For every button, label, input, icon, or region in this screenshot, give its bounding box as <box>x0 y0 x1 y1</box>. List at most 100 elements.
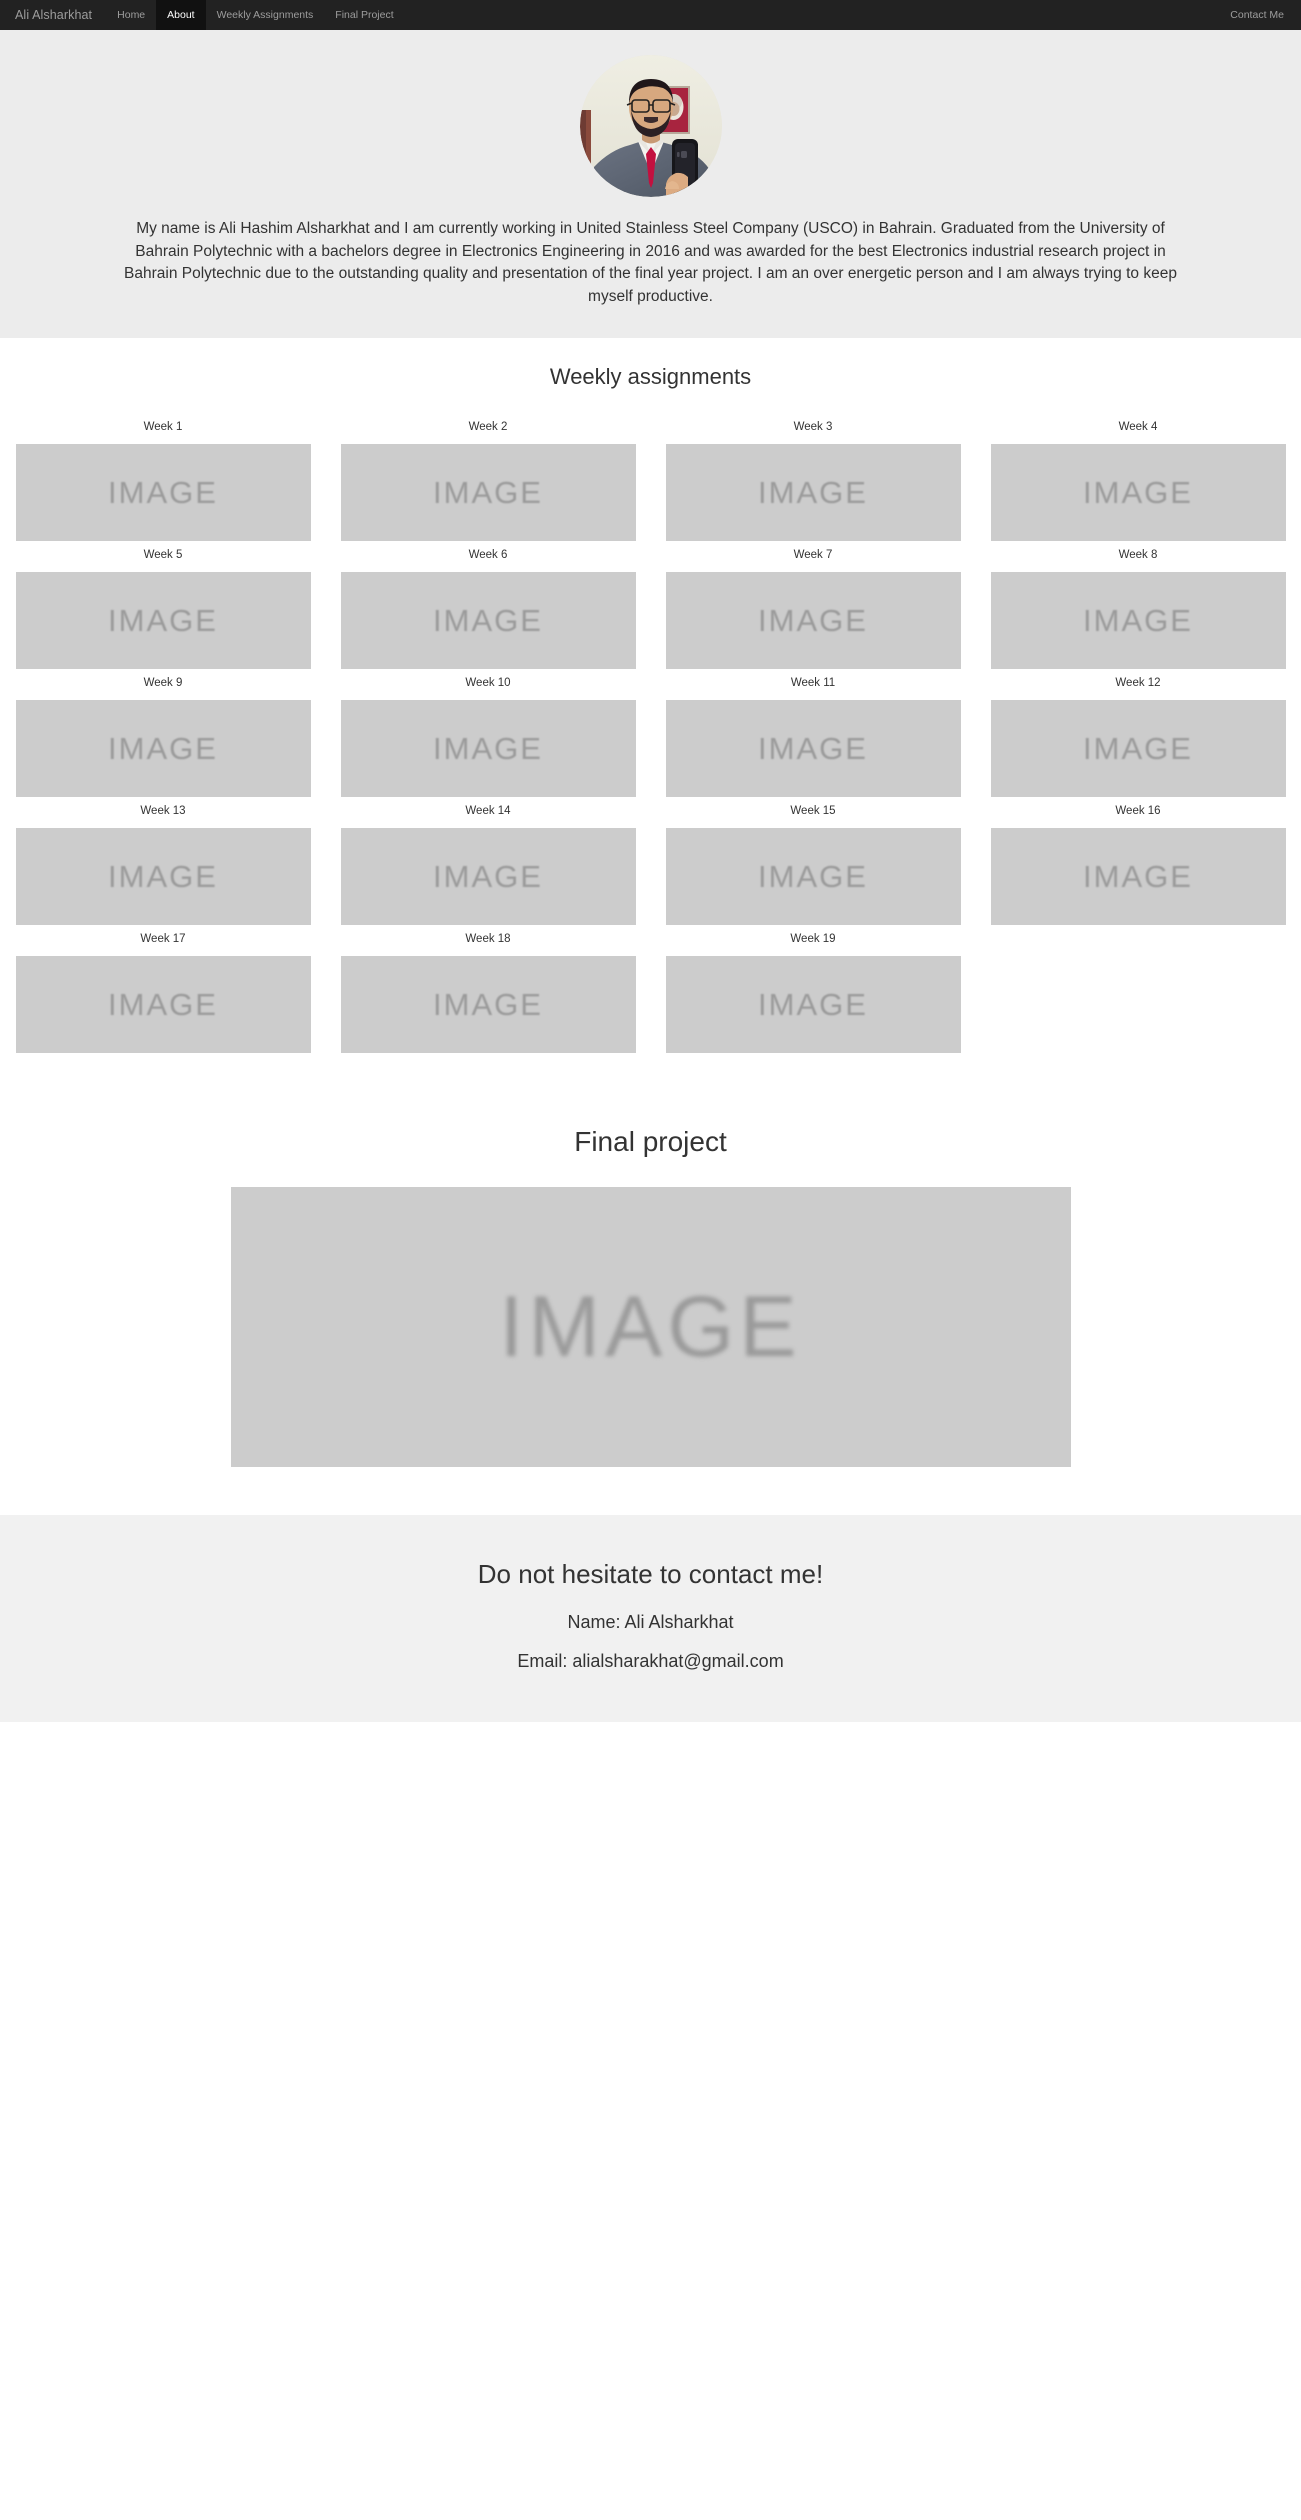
nav-item-final-project: Final Project <box>324 0 404 30</box>
week-image[interactable]: IMAGE <box>990 444 1286 541</box>
week-image[interactable]: IMAGE <box>15 828 311 925</box>
final-project-image-label: IMAGE <box>499 1278 802 1375</box>
week-image-label: IMAGE <box>108 858 218 894</box>
week-image[interactable]: IMAGE <box>990 828 1286 925</box>
week-image[interactable]: IMAGE <box>340 828 636 925</box>
final-project-image[interactable]: IMAGE <box>230 1187 1071 1467</box>
contact-section: Do not hesitate to contact me! Name: Ali… <box>0 1515 1301 1722</box>
week-caption: Week 2 <box>468 421 508 433</box>
week-caption: Week 12 <box>1115 677 1161 689</box>
weekly-assignments-section: Weekly assignments Week 1 IMAGE Week 2 IMAG… <box>0 338 1301 1063</box>
nav-link-about[interactable]: About <box>156 0 206 30</box>
week-cell: Week 18 IMAGE <box>340 925 636 1053</box>
week-caption: Week 19 <box>790 933 836 945</box>
week-image-label: IMAGE <box>433 474 543 510</box>
nav-link-home[interactable]: Home <box>106 0 156 30</box>
week-image-label: IMAGE <box>433 602 543 638</box>
week-caption: Week 6 <box>468 549 508 561</box>
week-caption: Week 11 <box>790 677 836 689</box>
week-caption: Week 5 <box>143 549 183 561</box>
week-cell: Week 12 IMAGE <box>990 669 1286 797</box>
week-caption: Week 18 <box>465 933 511 945</box>
week-cell: Week 6 IMAGE <box>340 541 636 669</box>
week-image-label: IMAGE <box>1083 602 1193 638</box>
week-caption: Week 8 <box>1118 549 1158 561</box>
week-image-label: IMAGE <box>1083 474 1193 510</box>
week-caption: Week 7 <box>793 549 833 561</box>
week-image-label: IMAGE <box>1083 730 1193 766</box>
week-image[interactable]: IMAGE <box>340 956 636 1053</box>
navbar-right-links: Contact Me <box>1219 0 1301 30</box>
week-cell: Week 10 IMAGE <box>340 669 636 797</box>
week-image-label: IMAGE <box>108 730 218 766</box>
week-image[interactable]: IMAGE <box>665 700 961 797</box>
week-caption: Week 4 <box>1118 421 1158 433</box>
week-caption: Week 3 <box>793 421 833 433</box>
week-caption: Week 13 <box>140 805 186 817</box>
week-cell: Week 4 IMAGE <box>990 413 1286 541</box>
week-cell: Week 15 IMAGE <box>665 797 961 925</box>
week-image[interactable]: IMAGE <box>665 444 961 541</box>
week-image[interactable]: IMAGE <box>15 956 311 1053</box>
week-image[interactable]: IMAGE <box>340 572 636 669</box>
contact-email: Email: alialsharakhat@gmail.com <box>517 1651 784 1671</box>
week-caption: Week 15 <box>790 805 836 817</box>
week-image[interactable]: IMAGE <box>15 572 311 669</box>
week-caption: Week 9 <box>143 677 183 689</box>
week-cell: Week 17 IMAGE <box>15 925 311 1053</box>
navbar-brand[interactable]: Ali Alsharkhat <box>0 0 106 30</box>
week-image-label: IMAGE <box>758 474 868 510</box>
week-cell: Week 8 IMAGE <box>990 541 1286 669</box>
week-caption: Week 1 <box>143 421 183 433</box>
nav-link-final-project[interactable]: Final Project <box>324 0 404 30</box>
week-image-label: IMAGE <box>108 986 218 1022</box>
week-caption: Week 10 <box>465 677 511 689</box>
final-project-section: Final project IMAGE <box>0 1063 1301 1515</box>
top-navbar: Ali Alsharkhat Home About Weekly Assignm… <box>0 0 1301 30</box>
navbar-links: Home About Weekly Assignments Final Proj… <box>106 0 405 30</box>
week-image-label: IMAGE <box>433 986 543 1022</box>
week-cell: Week 19 IMAGE <box>665 925 961 1053</box>
week-image[interactable]: IMAGE <box>665 956 961 1053</box>
contact-title: Do not hesitate to contact me! <box>477 1559 824 1589</box>
avatar-wrapper <box>0 55 1301 197</box>
week-cell: Week 13 IMAGE <box>15 797 311 925</box>
week-image-label: IMAGE <box>758 602 868 638</box>
nav-item-about: About <box>156 0 206 30</box>
week-caption: Week 14 <box>465 805 511 817</box>
week-cell: Week 2 IMAGE <box>340 413 636 541</box>
week-image[interactable]: IMAGE <box>15 444 311 541</box>
week-cell: Week 11 IMAGE <box>665 669 961 797</box>
nav-item-home: Home <box>106 0 156 30</box>
week-image[interactable]: IMAGE <box>990 700 1286 797</box>
week-cell: Week 16 IMAGE <box>990 797 1286 925</box>
nav-link-contact-me[interactable]: Contact Me <box>1219 0 1295 30</box>
week-cell: Week 5 IMAGE <box>15 541 311 669</box>
week-image[interactable]: IMAGE <box>340 444 636 541</box>
week-image[interactable]: IMAGE <box>340 700 636 797</box>
week-image-label: IMAGE <box>108 602 218 638</box>
week-caption: Week 16 <box>1115 805 1161 817</box>
avatar <box>579 55 722 197</box>
hero-about-section: My name is Ali Hashim Alsharkhat and I a… <box>0 30 1301 338</box>
weekly-assignments-grid: Week 1 IMAGE Week 2 IMAGE Week 3 IMAGE Week 4 I… <box>15 413 1286 1053</box>
week-cell: Week 9 IMAGE <box>15 669 311 797</box>
about-paragraph: My name is Ali Hashim Alsharkhat and I a… <box>124 220 1177 305</box>
week-image[interactable]: IMAGE <box>665 572 961 669</box>
week-image[interactable]: IMAGE <box>15 700 311 797</box>
week-cell: Week 1 IMAGE <box>15 413 311 541</box>
week-caption: Week 17 <box>140 933 186 945</box>
week-image-label: IMAGE <box>433 858 543 894</box>
avatar-photo-icon <box>579 55 722 197</box>
week-image-label: IMAGE <box>108 474 218 510</box>
contact-name: Name: Ali Alsharkhat <box>567 1612 734 1632</box>
week-image[interactable]: IMAGE <box>990 572 1286 669</box>
week-cell: Week 14 IMAGE <box>340 797 636 925</box>
week-image[interactable]: IMAGE <box>665 828 961 925</box>
nav-item-weekly-assignments: Weekly Assignments <box>206 0 325 30</box>
week-image-label: IMAGE <box>1083 858 1193 894</box>
week-image-label: IMAGE <box>758 730 868 766</box>
week-cell: Week 7 IMAGE <box>665 541 961 669</box>
final-project-title: Final project <box>574 1126 727 1157</box>
nav-link-weekly-assignments[interactable]: Weekly Assignments <box>206 0 325 30</box>
